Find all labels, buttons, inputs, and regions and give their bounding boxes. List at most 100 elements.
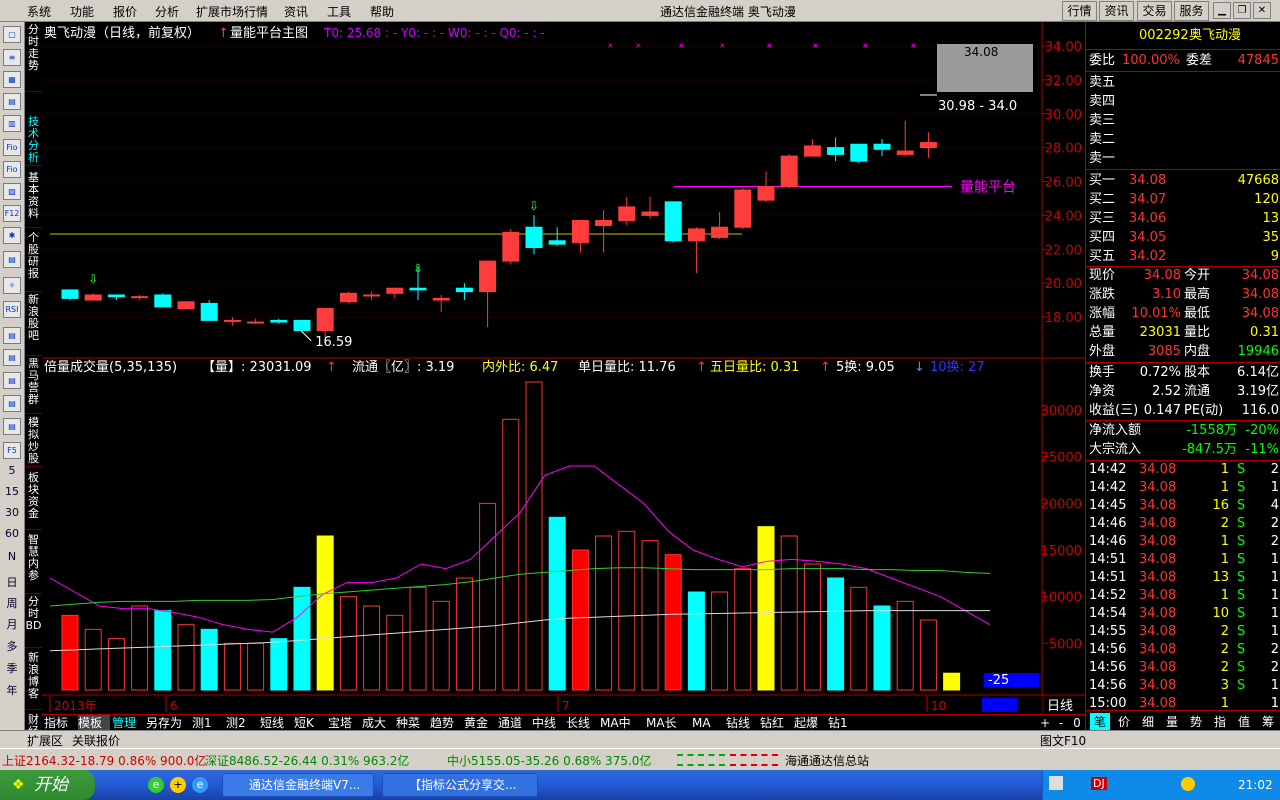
right-tab-4[interactable]: 势 <box>1186 713 1206 730</box>
toolbar-icon-6[interactable]: Fio <box>3 161 21 178</box>
indicator-tab-2[interactable]: 管理 <box>112 715 144 731</box>
toolbar-icon-17[interactable]: ▤ <box>3 418 21 435</box>
volume-bar[interactable] <box>339 596 357 691</box>
candle-body[interactable] <box>664 201 682 242</box>
candle-body[interactable] <box>873 143 891 150</box>
volume-bar[interactable] <box>664 554 682 691</box>
candle-body[interactable] <box>711 226 729 238</box>
indicator-tab-10[interactable]: 种菜 <box>396 715 428 731</box>
indicator-tab-12[interactable]: 黄金 <box>464 715 496 731</box>
toolbar-icon-2[interactable]: ▦ <box>3 71 21 88</box>
menu-item-7[interactable]: 帮助 <box>370 3 394 20</box>
vtab-6[interactable]: 模拟炒股 <box>25 417 42 467</box>
candle-body[interactable] <box>84 294 102 301</box>
candle-body[interactable] <box>363 294 381 297</box>
candle-body[interactable] <box>757 186 775 201</box>
candle-body[interactable] <box>154 294 172 308</box>
right-tab-1[interactable]: 价 <box>1114 713 1134 730</box>
menu-item-2[interactable]: 报价 <box>113 3 137 20</box>
restore-icon[interactable]: ❐ <box>1233 2 1251 19</box>
indicator-tab-4[interactable]: 测1 <box>192 715 224 731</box>
toolbar-icon-9[interactable]: ✱ <box>3 227 21 244</box>
right-tab-6[interactable]: 值 <box>1234 713 1254 730</box>
zx-index[interactable]: 中小5155.05-35.26 0.68% 375.0亿 <box>447 752 651 769</box>
zoom-button-0[interactable]: + <box>1038 715 1052 731</box>
candle-body[interactable] <box>339 292 357 303</box>
candle-body[interactable] <box>270 319 288 323</box>
volume-bar[interactable] <box>873 605 891 691</box>
toolbar-icon-13[interactable]: ▤ <box>3 327 21 344</box>
zoom-button-1[interactable]: - <box>1054 715 1068 731</box>
indicator-tab-14[interactable]: 中线 <box>532 715 564 731</box>
candle-body[interactable] <box>919 142 937 149</box>
volume-bar[interactable] <box>711 591 729 691</box>
candle-body[interactable] <box>432 297 450 301</box>
indicator-tab-1[interactable]: 模板 <box>78 715 110 731</box>
toolbar-icon-1[interactable]: ≡ <box>3 49 21 66</box>
indicator-tab-21[interactable]: 起爆 <box>794 715 826 731</box>
f10-button[interactable]: 图文F10 <box>1040 732 1086 749</box>
candle-body[interactable] <box>687 228 705 242</box>
scroll-indicator[interactable] <box>982 698 1017 712</box>
candle-body[interactable] <box>618 206 636 221</box>
right-tab-3[interactable]: 量 <box>1162 713 1182 730</box>
period-button-2[interactable]: 30 <box>0 506 24 519</box>
candle-body[interactable] <box>107 294 125 298</box>
volume-bar[interactable] <box>803 563 821 691</box>
ext-area-tab[interactable]: 扩展区 <box>27 732 63 749</box>
indicator-tab-18[interactable]: MA <box>692 715 724 731</box>
indicator-tab-13[interactable]: 通道 <box>498 715 530 731</box>
close-icon[interactable]: ✕ <box>1253 2 1271 19</box>
vtab-4[interactable]: 新浪股吧 <box>25 294 42 356</box>
quicklaunch-add-icon[interactable]: + <box>170 777 186 793</box>
indicator-tab-8[interactable]: 宝塔 <box>328 715 360 731</box>
volume-bar[interactable] <box>850 586 868 691</box>
candle-body[interactable] <box>641 211 659 216</box>
browser-icon[interactable]: e <box>192 777 208 793</box>
period-button-1[interactable]: 15 <box>0 485 24 498</box>
volume-bar[interactable] <box>827 577 845 691</box>
toolbar-icon-15[interactable]: ▤ <box>3 372 21 389</box>
candle-body[interactable] <box>293 319 311 332</box>
volume-bar[interactable] <box>61 614 79 691</box>
vtab-2[interactable]: 基本资料 <box>25 172 42 228</box>
volume-bar[interactable] <box>386 614 404 691</box>
minimize-icon[interactable]: ▁ <box>1213 2 1231 19</box>
volume-bar[interactable] <box>247 642 265 691</box>
period-button-7[interactable]: 月 <box>0 616 24 632</box>
candle-body[interactable] <box>548 240 566 245</box>
candle-body[interactable] <box>780 155 798 188</box>
toolbar-icon-3[interactable]: ▤ <box>3 93 21 110</box>
volume-bar[interactable] <box>316 535 334 691</box>
volume-bar[interactable] <box>919 619 937 691</box>
clock[interactable]: 21:02 <box>1238 778 1273 792</box>
vtab-8[interactable]: 智慧内参 <box>25 534 42 594</box>
vtab-1[interactable]: 技术分析 <box>25 116 42 166</box>
indicator-tab-0[interactable]: 指标 <box>44 715 76 731</box>
candle-body[interactable] <box>525 226 543 249</box>
volume-bar[interactable] <box>943 672 961 691</box>
sh-index[interactable]: 上证2164.32-18.79 0.86% 900.0亿 <box>2 752 206 769</box>
toolbar-icon-0[interactable]: ▢ <box>3 26 21 43</box>
toolbar-icon-8[interactable]: F12 <box>3 205 21 222</box>
candle-body[interactable] <box>479 260 497 293</box>
right-tab-0[interactable]: 笔 <box>1090 713 1110 730</box>
volume-bar[interactable] <box>270 638 288 691</box>
candle-body[interactable] <box>803 145 821 157</box>
volume-bar[interactable] <box>734 568 752 691</box>
indicator-tab-20[interactable]: 钻红 <box>760 715 792 731</box>
volume-bar[interactable] <box>479 502 497 691</box>
right-tab-5[interactable]: 指 <box>1210 713 1230 730</box>
top-button-3[interactable]: 服务 <box>1174 1 1209 21</box>
task-forum[interactable]: 【指标公式分享交... <box>382 773 538 797</box>
top-button-2[interactable]: 交易 <box>1137 1 1172 21</box>
vtab-7[interactable]: 板块资金 <box>25 472 42 530</box>
indicator-tab-5[interactable]: 测2 <box>226 715 258 731</box>
right-tab-2[interactable]: 细 <box>1138 713 1158 730</box>
period-button-8[interactable]: 多 <box>0 638 24 654</box>
indicator-tab-19[interactable]: 钻线 <box>726 715 758 731</box>
indicator-tab-9[interactable]: 成大 <box>362 715 394 731</box>
menu-item-5[interactable]: 资讯 <box>284 3 308 20</box>
indicator-tab-3[interactable]: 另存为 <box>146 715 190 731</box>
menu-item-1[interactable]: 功能 <box>70 3 94 20</box>
